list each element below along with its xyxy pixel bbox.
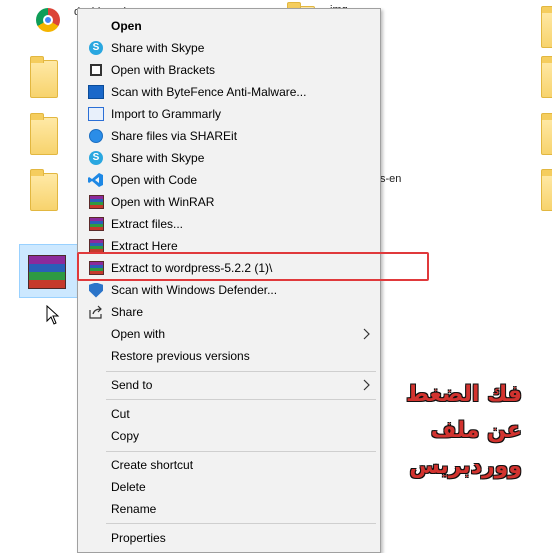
menu-item-open-with[interactable]: Open with bbox=[78, 323, 380, 345]
menu-item-label: Import to Grammarly bbox=[111, 107, 222, 121]
menu-item-scan-bytefence[interactable]: Scan with ByteFence Anti-Malware... bbox=[78, 81, 380, 103]
menu-item-label: Copy bbox=[111, 429, 140, 443]
menu-item-copy[interactable]: Copy bbox=[78, 425, 380, 447]
menu-item-label: Rename bbox=[111, 502, 157, 516]
menu-separator bbox=[106, 399, 376, 400]
menu-item-delete[interactable]: Delete bbox=[78, 476, 380, 498]
menu-separator bbox=[106, 523, 376, 524]
folder-icon bbox=[30, 169, 58, 211]
menu-item-rename[interactable]: Rename bbox=[78, 498, 380, 520]
menu-item-share[interactable]: Share bbox=[78, 301, 380, 323]
menu-item-scan-defender[interactable]: Scan with Windows Defender... bbox=[78, 279, 380, 301]
winrar-icon bbox=[88, 216, 104, 232]
menu-item-open-code[interactable]: Open with Code bbox=[78, 169, 380, 191]
menu-item-cut[interactable]: Cut bbox=[78, 403, 380, 425]
annotation-line-2: عن ملف bbox=[430, 418, 522, 443]
menu-item-label: Send to bbox=[111, 378, 153, 392]
menu-item-label: Open bbox=[111, 19, 142, 33]
defender-icon bbox=[88, 282, 104, 298]
menu-item-send-to[interactable]: Send to bbox=[78, 374, 380, 396]
skype-icon: S bbox=[88, 40, 104, 56]
menu-item-label: Share files via SHAREit bbox=[111, 129, 238, 143]
folder-icon bbox=[541, 6, 552, 48]
folder-icon bbox=[541, 113, 552, 155]
menu-item-import-grammarly[interactable]: Import to Grammarly bbox=[78, 103, 380, 125]
folder-icon bbox=[541, 56, 552, 98]
winrar-icon bbox=[88, 194, 104, 210]
menu-item-open-winrar[interactable]: Open with WinRAR bbox=[78, 191, 380, 213]
menu-item-label: Create shortcut bbox=[111, 458, 194, 472]
annotation-line-3: ووردبريس bbox=[409, 454, 522, 479]
folder-icon bbox=[30, 113, 58, 155]
menu-item-label: Properties bbox=[111, 531, 166, 545]
shareit-icon bbox=[88, 128, 104, 144]
menu-item-label: Share with Skype bbox=[111, 41, 205, 55]
grammarly-icon bbox=[88, 106, 104, 122]
menu-separator bbox=[106, 451, 376, 452]
brackets-icon bbox=[88, 62, 104, 78]
menu-item-label: Open with WinRAR bbox=[111, 195, 215, 209]
menu-separator bbox=[106, 371, 376, 372]
menu-item-label: Extract files... bbox=[111, 217, 184, 231]
folder-icon bbox=[541, 169, 552, 211]
bytefence-icon bbox=[88, 84, 104, 100]
menu-item-shareit[interactable]: Share files via SHAREit bbox=[78, 125, 380, 147]
mouse-cursor-icon bbox=[46, 305, 60, 325]
file-label-s-en: s-en bbox=[380, 173, 402, 185]
menu-item-label: Scan with ByteFence Anti-Malware... bbox=[111, 85, 307, 99]
menu-item-extract-files[interactable]: Extract files... bbox=[78, 213, 380, 235]
menu-item-label: Share with Skype bbox=[111, 151, 205, 165]
highlight-annotation-box bbox=[77, 252, 429, 281]
menu-item-label: Extract Here bbox=[111, 239, 178, 253]
winrar-archive-icon bbox=[28, 255, 66, 289]
menu-item-restore-versions[interactable]: Restore previous versions bbox=[78, 345, 380, 367]
vscode-icon bbox=[88, 172, 104, 188]
share-icon bbox=[88, 304, 104, 320]
menu-item-open-brackets[interactable]: Open with Brackets bbox=[78, 59, 380, 81]
menu-item-open[interactable]: Open bbox=[78, 15, 380, 37]
chevron-right-icon bbox=[363, 328, 370, 340]
menu-item-label: Open with Code bbox=[111, 173, 198, 187]
menu-item-label: Open with Brackets bbox=[111, 63, 216, 77]
menu-item-share-skype[interactable]: S Share with Skype bbox=[78, 37, 380, 59]
menu-item-label: Share bbox=[111, 305, 144, 319]
folder-icon bbox=[30, 56, 58, 98]
menu-item-label: Cut bbox=[111, 407, 130, 421]
menu-item-properties[interactable]: Properties bbox=[78, 527, 380, 549]
chevron-right-icon bbox=[363, 379, 370, 391]
menu-item-label: Scan with Windows Defender... bbox=[111, 283, 278, 297]
menu-item-label: Restore previous versions bbox=[111, 349, 250, 363]
menu-item-label: Delete bbox=[111, 480, 146, 494]
menu-item-label: Open with bbox=[111, 327, 166, 341]
chrome-icon bbox=[36, 8, 60, 32]
selected-archive-file[interactable] bbox=[19, 244, 81, 298]
menu-item-share-skype-2[interactable]: S Share with Skype bbox=[78, 147, 380, 169]
skype-icon: S bbox=[88, 150, 104, 166]
menu-item-create-shortcut[interactable]: Create shortcut bbox=[78, 454, 380, 476]
annotation-line-1: فك الضغط bbox=[405, 382, 522, 407]
